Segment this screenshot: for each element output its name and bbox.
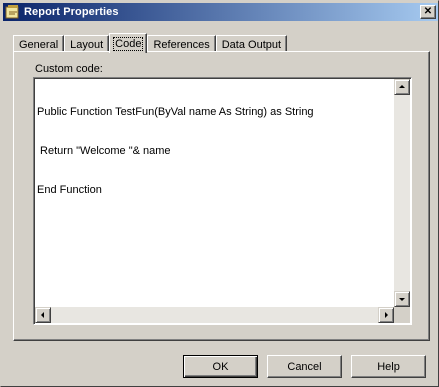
horizontal-scrollbar[interactable] — [35, 307, 394, 323]
code-line: Return "Welcome "& name — [37, 145, 171, 157]
ok-button[interactable]: OK — [183, 355, 258, 378]
code-line: End Function — [37, 184, 102, 196]
scroll-right-button[interactable] — [378, 307, 394, 323]
tab-strip: General Layout Code References Data Outp… — [13, 32, 288, 53]
cancel-button[interactable]: Cancel — [267, 355, 342, 378]
close-button[interactable]: ✕ — [420, 5, 436, 19]
code-line: Public Function TestFun(ByVal name As St… — [37, 106, 314, 118]
custom-code-label: Custom code: — [35, 63, 103, 75]
custom-code-editor[interactable]: Public Function TestFun(ByVal name As St… — [33, 77, 412, 325]
scroll-left-button[interactable] — [35, 307, 51, 323]
scrollbar-corner — [394, 307, 410, 323]
code-text[interactable]: Public Function TestFun(ByVal name As St… — [37, 80, 393, 223]
close-icon: ✕ — [423, 6, 433, 17]
arrow-right-icon — [385, 312, 388, 318]
code-tab-panel: Custom code: Public Function TestFun(ByV… — [13, 51, 430, 341]
scroll-up-button[interactable] — [394, 79, 410, 95]
window-title: Report Properties — [24, 6, 119, 18]
title-bar[interactable]: Report Properties ✕ — [3, 3, 438, 21]
tab-code[interactable]: Code — [109, 33, 148, 53]
arrow-down-icon — [399, 298, 405, 301]
report-properties-icon — [5, 4, 21, 20]
arrow-up-icon — [399, 85, 405, 88]
help-button[interactable]: Help — [351, 355, 426, 378]
report-properties-dialog: Report Properties ✕ General Layout Code … — [0, 0, 439, 387]
scroll-down-button[interactable] — [394, 291, 410, 307]
arrow-left-icon — [41, 312, 44, 318]
vertical-scrollbar[interactable] — [394, 79, 410, 307]
